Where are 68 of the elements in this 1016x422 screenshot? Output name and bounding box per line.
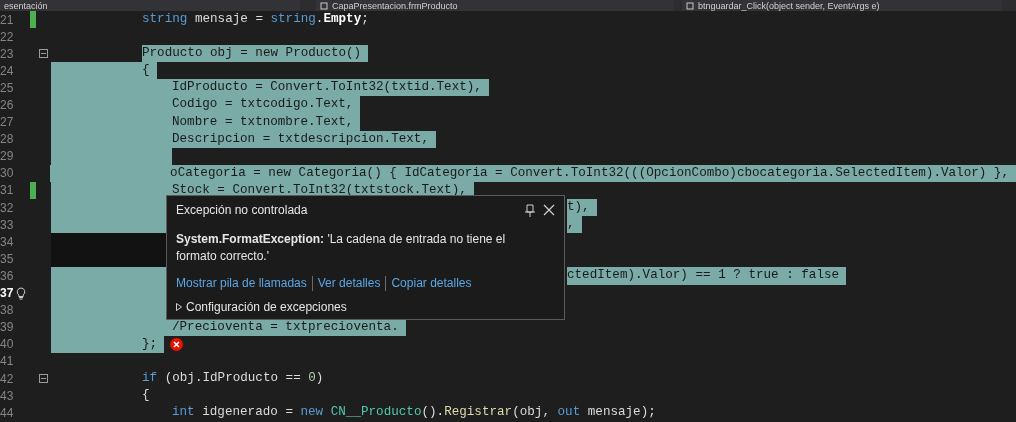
line-number: 36 bbox=[0, 267, 15, 285]
pin-icon[interactable] bbox=[525, 203, 535, 217]
code-text: Codigo = txtcodigo.Text, bbox=[172, 96, 361, 114]
code-text: { bbox=[142, 387, 150, 405]
navigation-dropdown[interactable]: esentación bbox=[0, 0, 300, 11]
code-text: Registrar bbox=[444, 404, 513, 422]
line-number: 42 bbox=[0, 370, 15, 388]
line-number: 34 bbox=[0, 233, 15, 251]
collapse-icon[interactable] bbox=[39, 49, 48, 59]
settings-toggle[interactable]: Configuración de excepciones bbox=[186, 298, 347, 316]
code-text: (obj.IdProducto == bbox=[163, 369, 302, 387]
line-number: 40 bbox=[0, 336, 15, 354]
line-number: 41 bbox=[0, 353, 15, 371]
line-number: 23 bbox=[0, 45, 15, 63]
code-text: string bbox=[270, 11, 316, 28]
code-text: ctedItem).Valor) == 1 ? true : false bbox=[567, 267, 847, 285]
line-number: 39 bbox=[0, 319, 15, 337]
line-number: 21 bbox=[0, 11, 15, 29]
line-number: 35 bbox=[0, 250, 15, 268]
line-number: 31 bbox=[0, 182, 15, 200]
line-number: 32 bbox=[0, 199, 15, 217]
popup-link[interactable]: Copiar detalles bbox=[391, 274, 472, 292]
line-number: 38 bbox=[0, 302, 15, 320]
code-text: mensaje); bbox=[586, 404, 656, 422]
popup-link[interactable]: Mostrar pila de llamadas bbox=[176, 274, 307, 292]
line-number: 33 bbox=[0, 216, 15, 234]
line-number: 44 bbox=[0, 404, 15, 422]
collapsed-caret-icon[interactable] bbox=[176, 303, 182, 311]
line-number: 24 bbox=[0, 62, 15, 80]
popup-title: Excepción no controlada bbox=[176, 202, 308, 219]
code-text: if bbox=[142, 369, 158, 387]
collapse-icon[interactable] bbox=[39, 374, 48, 383]
code-text: (). bbox=[421, 404, 445, 422]
line-number: 27 bbox=[0, 114, 15, 132]
code-text: int bbox=[172, 404, 195, 422]
navigation-dropdown[interactable]: btnguardar_Click(object sender, EventArgs e) bbox=[682, 0, 1002, 11]
code-text: string bbox=[142, 11, 188, 28]
code-text: IdProducto = Convert.ToInt32(txtid.Text), bbox=[172, 79, 489, 97]
code-text: , bbox=[567, 216, 582, 234]
line-number: 28 bbox=[0, 131, 15, 149]
code-text: Empty bbox=[323, 11, 362, 28]
code-text: ; bbox=[361, 11, 369, 28]
code-text: Descripcion = txtdescripcion.Text, bbox=[172, 130, 436, 148]
code-text: out bbox=[557, 404, 581, 422]
close-icon[interactable] bbox=[543, 204, 555, 216]
line-number: 25 bbox=[0, 79, 15, 97]
code-text: t), bbox=[567, 199, 597, 217]
line-number: 30 bbox=[0, 165, 15, 183]
exception-message: System.FormatException: 'La cadena de entrada no tiene el formato correcto.' bbox=[176, 231, 507, 265]
line-number: 37 bbox=[0, 285, 15, 303]
code-text: . bbox=[315, 11, 324, 28]
code-text: CN__Producto bbox=[329, 404, 422, 422]
line-number: 22 bbox=[0, 28, 15, 46]
code-text: idgenerado = bbox=[201, 404, 294, 422]
code-text: (obj, bbox=[512, 404, 551, 422]
popup-link[interactable]: Ver detalles bbox=[317, 274, 381, 292]
code-text: Producto obj = new Producto() bbox=[142, 45, 369, 63]
line-number: 29 bbox=[0, 148, 15, 166]
code-text: mensaje = bbox=[193, 11, 264, 28]
code-text: oCategoria = new Categoria() { IdCategoria = Convert.ToInt32(((OpcionCombo)cbocategoria.SelectedItem).Valor) }, bbox=[170, 164, 1016, 182]
code-text: ) bbox=[315, 369, 324, 387]
lightbulb-icon[interactable] bbox=[16, 286, 26, 300]
navigation-dropdown[interactable]: CapaPresentacion.frmProducto bbox=[316, 0, 674, 11]
line-number: 43 bbox=[0, 387, 15, 405]
code-text: { bbox=[142, 62, 157, 80]
code-text: new bbox=[300, 404, 324, 422]
line-number: 26 bbox=[0, 97, 15, 114]
code-text: 0 bbox=[308, 369, 316, 387]
